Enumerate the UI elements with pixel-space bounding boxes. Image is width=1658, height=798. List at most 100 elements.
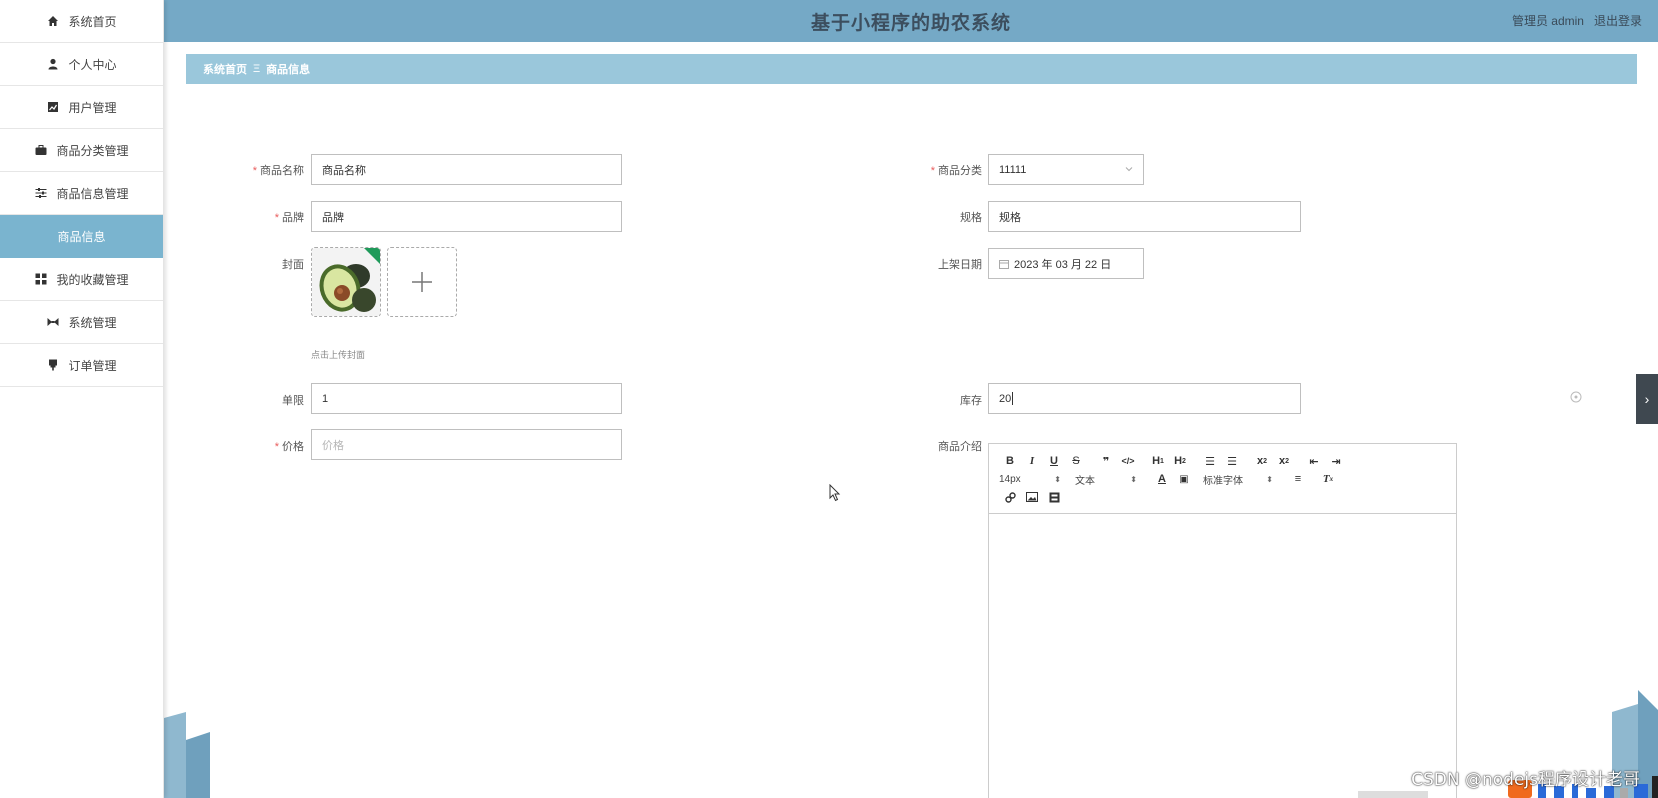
sidebar-item-system[interactable]: 系统管理 (0, 301, 163, 344)
users-icon (46, 100, 60, 114)
select-arrows-icon: ⬍ (1130, 474, 1137, 484)
chevron-down-icon (1125, 167, 1133, 172)
settings-icon (46, 315, 60, 329)
align-icon[interactable]: ≡ (1287, 470, 1309, 488)
text-style-select[interactable]: 文本 ⬍ (1075, 470, 1143, 488)
italic-icon[interactable]: I (1021, 452, 1043, 470)
editor-content-area[interactable] (989, 514, 1456, 798)
background-color-icon[interactable]: ▣ (1173, 470, 1195, 488)
cover-image[interactable] (311, 247, 381, 317)
sidebar-item-category[interactable]: 商品分类管理 (0, 129, 163, 172)
font-size-select[interactable]: 14px ⬍ (999, 470, 1067, 488)
superscript-icon[interactable]: x2 (1273, 452, 1295, 470)
sidebar: 系统首页 个人中心 用户管理 商品分类管理 商品信息管理 商品信息 我的收藏管理… (0, 0, 164, 798)
subscript-icon[interactable]: x2 (1251, 452, 1273, 470)
category-label-text: 商品分类 (938, 165, 982, 177)
required-mark: * (252, 165, 257, 177)
watermark-text: CSDN @nodejs程序设计老哥 (1411, 770, 1640, 790)
side-panel-toggle[interactable]: › (1636, 374, 1658, 424)
cover-hint: 点击上传封面 (311, 350, 366, 360)
font-family-value: 标准字体 (1203, 475, 1243, 487)
sidebar-item-users[interactable]: 用户管理 (0, 86, 163, 129)
brand-input[interactable]: 品牌 (311, 201, 622, 232)
indent-icon[interactable]: ⇥ (1325, 452, 1347, 470)
sidebar-item-label: 系统首页 (68, 14, 117, 29)
add-cover-button[interactable] (387, 247, 457, 317)
clear-format-icon[interactable]: Tx (1317, 470, 1339, 488)
sidebar-item-favorites[interactable]: 我的收藏管理 (0, 258, 163, 301)
heading1-icon[interactable]: H1 (1147, 452, 1169, 470)
grid-icon (34, 272, 48, 286)
heading2-icon[interactable]: H2 (1169, 452, 1191, 470)
user-icon (46, 57, 60, 71)
bold-icon[interactable]: B (999, 452, 1021, 470)
limit-input[interactable]: 1 (311, 383, 622, 414)
required-mark: * (274, 212, 279, 224)
clear-icon[interactable] (1570, 391, 1582, 403)
ordered-list-icon[interactable]: ☰ (1199, 452, 1221, 470)
bullet-list-icon[interactable]: ☰ (1221, 452, 1243, 470)
pin-icon (46, 358, 60, 372)
chevron-right-icon: › (1644, 391, 1650, 407)
select-arrows-icon: ⬍ (1266, 474, 1273, 484)
avocado-image (312, 248, 380, 316)
sidebar-item-label: 个人中心 (68, 57, 117, 72)
sidebar-item-profile[interactable]: 个人中心 (0, 43, 163, 86)
name-label: * 商品名称 (204, 162, 304, 178)
code-icon[interactable]: </> (1117, 452, 1139, 470)
limit-label: 单限 (282, 395, 304, 407)
font-family-select[interactable]: 标准字体 ⬍ (1203, 470, 1279, 488)
link-icon[interactable] (999, 488, 1021, 506)
name-label-text: 商品名称 (260, 165, 304, 177)
decorative-shape (164, 712, 210, 798)
sidebar-item-label: 商品信息管理 (56, 186, 129, 201)
sidebar-item-home[interactable]: 系统首页 (0, 0, 163, 43)
sidebar-item-label: 订单管理 (68, 358, 117, 373)
date-picker[interactable]: 2023 年 03 月 22 日 (988, 248, 1144, 279)
required-mark: * (930, 165, 935, 177)
name-input[interactable]: 商品名称 (311, 154, 622, 185)
image-icon[interactable] (1021, 488, 1043, 506)
sidebar-item-label: 商品分类管理 (56, 143, 129, 158)
sidebar-item-label: 我的收藏管理 (56, 272, 129, 287)
date-label: 上架日期 (938, 259, 982, 271)
spec-input[interactable]: 规格 (988, 201, 1301, 232)
stock-value: 20 (999, 392, 1012, 405)
calendar-icon (999, 259, 1009, 269)
mouse-cursor-icon (829, 484, 841, 502)
sidebar-item-label: 商品信息 (57, 230, 106, 244)
cover-label: 封面 (282, 259, 304, 271)
user-label: 管理员 admin (1511, 14, 1584, 28)
top-header: 基于小程序的助农系统 管理员 admin 退出登录 (164, 0, 1658, 42)
breadcrumb-home[interactable]: 系统首页 (203, 61, 247, 77)
text-caret (1012, 392, 1014, 405)
outdent-icon[interactable]: ⇤ (1303, 452, 1325, 470)
strike-icon[interactable]: S (1065, 452, 1087, 470)
logout-link[interactable]: 退出登录 (1594, 12, 1642, 29)
font-color-icon[interactable]: A (1151, 470, 1173, 488)
sidebar-item-goods-manage[interactable]: 商品信息管理 (0, 172, 163, 215)
editor-toolbar: B I U S ❞ </> H1 H2 ☰ ☰ x2 x2 ⇤ ⇥ 14px ⬍ … (989, 444, 1456, 514)
category-select[interactable]: 11111 (988, 154, 1144, 185)
home-icon (46, 14, 60, 28)
price-input[interactable]: 价格 (311, 429, 622, 460)
sidebar-item-orders[interactable]: 订单管理 (0, 344, 163, 387)
sidebar-item-label: 系统管理 (68, 315, 117, 330)
sidebar-item-label: 用户管理 (68, 100, 117, 115)
quote-icon[interactable]: ❞ (1095, 452, 1117, 470)
video-icon[interactable] (1043, 488, 1065, 506)
required-mark: * (274, 441, 279, 453)
underline-icon[interactable]: U (1043, 452, 1065, 470)
breadcrumb-separator: Ξ (253, 63, 261, 75)
spec-label: 规格 (960, 212, 982, 224)
category-value: 11111 (999, 163, 1027, 176)
brand-label-text: 品牌 (282, 212, 304, 224)
rich-text-editor: B I U S ❞ </> H1 H2 ☰ ☰ x2 x2 ⇤ ⇥ 14px ⬍ … (988, 443, 1457, 798)
stock-input[interactable]: 20 (988, 383, 1301, 414)
font-size-value: 14px (999, 473, 1021, 485)
brand-label: * 品牌 (204, 209, 304, 225)
date-value: 2023 年 03 月 22 日 (1014, 258, 1112, 271)
sidebar-item-goods-info[interactable]: 商品信息 (0, 215, 163, 258)
text-style-value: 文本 (1075, 475, 1095, 487)
category-label: * 商品分类 (882, 162, 982, 178)
